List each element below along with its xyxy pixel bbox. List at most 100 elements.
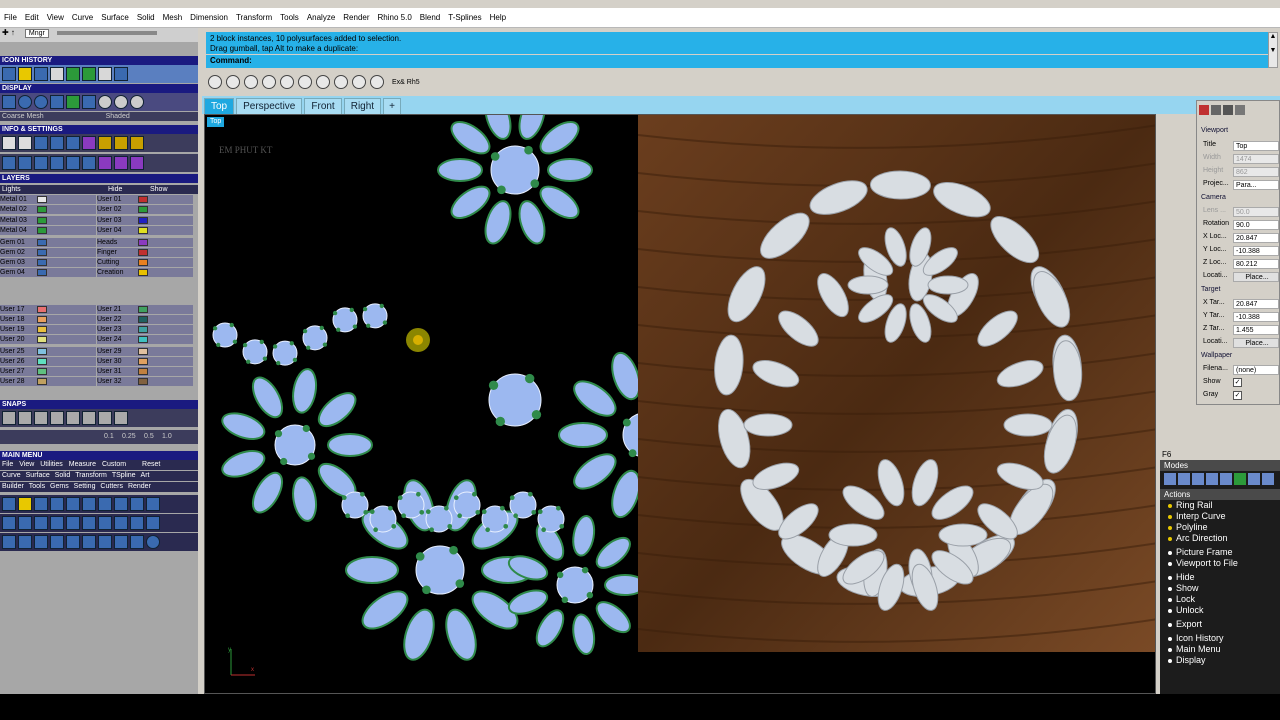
center-gem[interactable]: [415, 545, 465, 595]
layer-color-swatch[interactable]: [138, 325, 148, 333]
layer-row[interactable]: Metal 03: [0, 216, 96, 225]
layer-row[interactable]: User 19: [0, 325, 96, 334]
layer-color-swatch[interactable]: [37, 226, 47, 234]
mm-icon-22[interactable]: [18, 535, 32, 549]
mm-icon-27[interactable]: [98, 535, 112, 549]
snap-icon-7[interactable]: [98, 411, 112, 425]
marquise-gem[interactable]: [219, 446, 268, 482]
camera-place-button[interactable]: Place...: [1233, 272, 1279, 282]
layer-lights[interactable]: Lights: [2, 186, 21, 193]
mode-icon-8[interactable]: [1262, 473, 1274, 485]
layer-row[interactable]: User 21: [97, 305, 193, 314]
marquise-gem[interactable]: [547, 158, 593, 182]
add-tab-button[interactable]: +: [383, 98, 402, 114]
layer-color-swatch[interactable]: [138, 305, 148, 313]
layers-show-button[interactable]: Show: [150, 185, 168, 194]
layer-color-swatch[interactable]: [138, 248, 148, 256]
history-icon-4[interactable]: [50, 67, 64, 81]
layer-color-swatch[interactable]: [138, 377, 148, 385]
mm-icon-29[interactable]: [130, 535, 144, 549]
f6-action-viewport-to-file[interactable]: Viewport to File: [1160, 558, 1280, 569]
center-gem[interactable]: [488, 373, 542, 427]
mm-builder[interactable]: Builder: [2, 483, 24, 490]
menu-dimension[interactable]: Dimension: [186, 13, 232, 22]
info-icon-5[interactable]: [66, 136, 80, 150]
layer-row[interactable]: User 24: [97, 335, 193, 344]
snap-icon-2[interactable]: [18, 411, 32, 425]
info-icon-7[interactable]: [98, 136, 112, 150]
menu-analyze[interactable]: Analyze: [303, 13, 339, 22]
layer-properties-icon[interactable]: [1211, 105, 1221, 115]
snap-icon-8[interactable]: [114, 411, 128, 425]
snap-icon-6[interactable]: [82, 411, 96, 425]
layer-row[interactable]: User 02: [97, 205, 193, 214]
layer-row[interactable]: Metal 01: [0, 195, 96, 204]
history-icon-5[interactable]: [66, 67, 80, 81]
mm-icon-2[interactable]: [18, 497, 32, 511]
mm-tspline[interactable]: TSpline: [112, 472, 136, 479]
layer-row[interactable]: User 18: [0, 315, 96, 324]
mm-icon-6[interactable]: [82, 497, 96, 511]
layer-row[interactable]: User 29: [97, 347, 193, 356]
layer-color-swatch[interactable]: [138, 367, 148, 375]
info-icon-10[interactable]: [2, 156, 16, 170]
command-scrollbar[interactable]: ▲ ▼: [1268, 32, 1278, 68]
display-icon-9[interactable]: [130, 95, 144, 109]
f6-action-icon-history[interactable]: Icon History: [1160, 633, 1280, 644]
layer-color-swatch[interactable]: [138, 226, 148, 234]
mm-reset[interactable]: Reset: [142, 461, 160, 468]
snap-icon-1[interactable]: [2, 411, 16, 425]
marquise-gem[interactable]: [219, 408, 268, 444]
mm-view[interactable]: View: [19, 461, 34, 468]
menu-solid[interactable]: Solid: [133, 13, 159, 22]
marquise-gem[interactable]: [437, 158, 483, 182]
layer-row[interactable]: User 23: [97, 325, 193, 334]
info-icon-6[interactable]: [82, 136, 96, 150]
mm-icon-3[interactable]: [34, 497, 48, 511]
mm-icon-1[interactable]: [2, 497, 16, 511]
layer-row[interactable]: Finger: [97, 248, 193, 257]
prop-yloc-value[interactable]: -10.388: [1233, 246, 1279, 256]
top-viewport[interactable]: Top EM PHUT KT y x: [204, 114, 1156, 694]
info-icon-17[interactable]: [114, 156, 128, 170]
layer-color-swatch[interactable]: [37, 258, 47, 266]
prop-title-value[interactable]: Top: [1233, 141, 1279, 151]
layer-color-swatch[interactable]: [138, 357, 148, 365]
marquise-gem[interactable]: [570, 613, 597, 656]
layer-color-swatch[interactable]: [138, 238, 148, 246]
marquise-gem[interactable]: [313, 387, 361, 432]
undo-view-icon[interactable]: [316, 75, 330, 89]
menu-curve[interactable]: Curve: [68, 13, 97, 22]
f6-action-export[interactable]: Export: [1160, 619, 1280, 630]
round-gem[interactable]: [481, 505, 509, 533]
snap-value-3[interactable]: 0.5: [144, 430, 154, 444]
layer-row[interactable]: User 32: [97, 377, 193, 386]
menu-view[interactable]: View: [43, 13, 68, 22]
prop-ztar-value[interactable]: 1.455: [1233, 325, 1279, 335]
center-gem[interactable]: [490, 145, 540, 195]
mm-icon-20[interactable]: [146, 516, 160, 530]
marquise-gem[interactable]: [290, 476, 319, 523]
layer-color-swatch[interactable]: [37, 205, 47, 213]
rotate-view-icon[interactable]: [208, 75, 222, 89]
layer-row[interactable]: User 31: [97, 367, 193, 376]
marquise-gem[interactable]: [568, 375, 621, 423]
center-gem[interactable]: [274, 424, 316, 466]
mode-icon-6[interactable]: [1234, 473, 1246, 485]
mm-utilities[interactable]: Utilities: [40, 461, 63, 468]
info-icon-8[interactable]: [114, 136, 128, 150]
f6-action-arc-direction[interactable]: Arc Direction: [1160, 533, 1280, 544]
info-icon-11[interactable]: [18, 156, 32, 170]
wallpaper-gray-checkbox[interactable]: ✓: [1233, 391, 1242, 400]
mm-icon-4[interactable]: [50, 497, 64, 511]
viewport-label[interactable]: Top: [207, 117, 225, 127]
info-icon-3[interactable]: [34, 136, 48, 150]
display-icon-2[interactable]: [18, 95, 32, 109]
mm-custom[interactable]: Custom: [102, 461, 126, 468]
layer-row[interactable]: Heads: [97, 238, 193, 247]
layer-color-swatch[interactable]: [37, 248, 47, 256]
mm-icon-10[interactable]: [146, 497, 160, 511]
snap-icon-5[interactable]: [66, 411, 80, 425]
panel-slider[interactable]: [56, 31, 157, 36]
history-icon-2[interactable]: [18, 67, 32, 81]
